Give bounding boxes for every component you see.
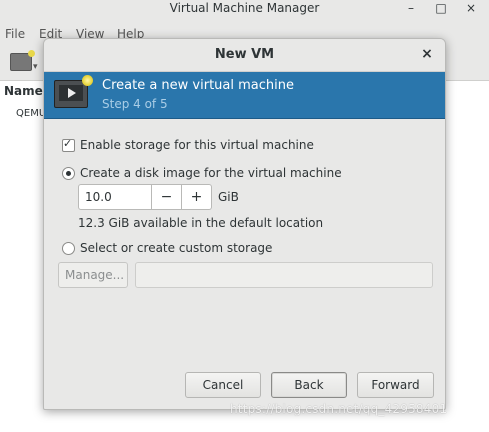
new-vm-icon[interactable] (10, 50, 35, 71)
banner-title: Create a new virtual machine (102, 78, 294, 93)
column-header-name[interactable]: Name (4, 84, 43, 98)
disk-size-unit: GiB (218, 190, 239, 204)
custom-storage-radio[interactable] (62, 241, 75, 255)
increment-button[interactable]: + (182, 184, 212, 210)
manage-button[interactable]: Manage... (58, 262, 128, 288)
storage-path-input[interactable] (135, 262, 433, 288)
custom-storage-label: Select or create custom storage (80, 241, 273, 255)
banner-step: Step 4 of 5 (102, 97, 168, 111)
dialog-titlebar: New VM × (44, 39, 445, 72)
minimize-icon[interactable]: – (403, 0, 419, 16)
enable-storage-row[interactable]: Enable storage for this virtual machine (62, 137, 314, 152)
create-disk-row[interactable]: Create a disk image for the virtual mach… (62, 166, 342, 180)
enable-storage-label: Enable storage for this virtual machine (80, 138, 314, 152)
decrement-button[interactable]: − (152, 184, 182, 210)
virtual-machine-icon (54, 75, 93, 108)
custom-storage-row[interactable]: Select or create custom storage (62, 241, 272, 255)
available-space-text: 12.3 GiB available in the default locati… (78, 216, 324, 230)
menu-file[interactable]: File (5, 27, 25, 41)
maximize-icon[interactable]: □ (433, 0, 449, 16)
dialog-title: New VM (214, 47, 275, 62)
disk-size-stepper: − + (78, 184, 212, 210)
watermark: https://blog.csdn.net/qq_42958401 (230, 402, 448, 416)
chevron-down-icon[interactable]: ▾ (33, 62, 38, 72)
cancel-button[interactable]: Cancel (185, 372, 261, 398)
close-icon[interactable]: × (463, 0, 479, 16)
back-button[interactable]: Back (271, 372, 347, 398)
list-item[interactable]: QEMU (16, 108, 46, 119)
create-disk-radio[interactable] (62, 166, 75, 180)
enable-storage-checkbox[interactable] (62, 137, 75, 152)
create-disk-label: Create a disk image for the virtual mach… (80, 166, 342, 180)
wizard-banner: Create a new virtual machine Step 4 of 5 (44, 72, 445, 119)
close-icon[interactable]: × (419, 46, 435, 62)
forward-button[interactable]: Forward (357, 372, 434, 398)
new-vm-dialog: New VM × Create a new virtual machine St… (43, 38, 446, 410)
disk-size-input[interactable] (78, 184, 152, 210)
